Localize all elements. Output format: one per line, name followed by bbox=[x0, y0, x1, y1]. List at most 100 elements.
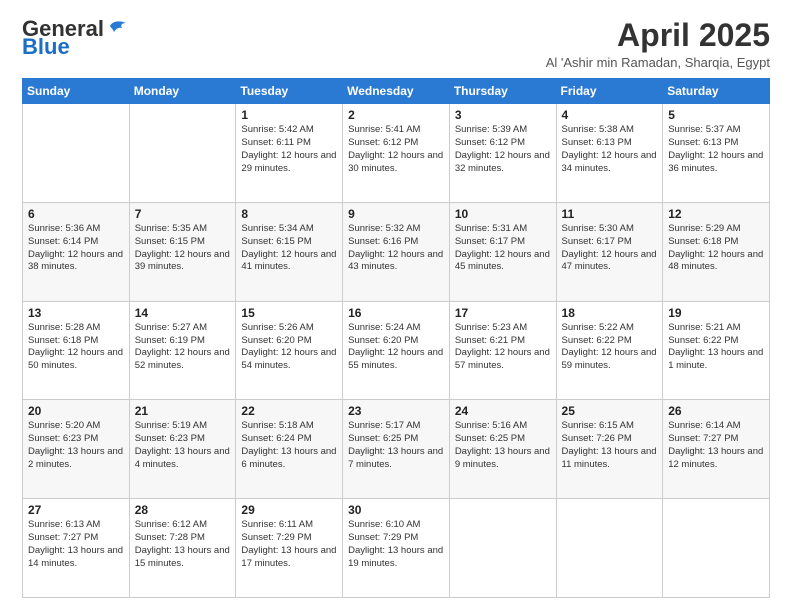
day-number: 3 bbox=[455, 108, 551, 122]
cell-info: Sunrise: 5:37 AM Sunset: 6:13 PM Dayligh… bbox=[668, 124, 764, 175]
cell-info: Sunrise: 6:14 AM Sunset: 7:27 PM Dayligh… bbox=[668, 420, 764, 471]
weekday-header: Wednesday bbox=[343, 79, 450, 104]
cell-info: Sunrise: 5:39 AM Sunset: 6:12 PM Dayligh… bbox=[455, 124, 551, 175]
cell-info: Sunrise: 6:13 AM Sunset: 7:27 PM Dayligh… bbox=[28, 519, 124, 570]
calendar-cell bbox=[129, 104, 236, 203]
calendar-cell: 11 Sunrise: 5:30 AM Sunset: 6:17 PM Dayli… bbox=[556, 202, 663, 301]
cell-info: Sunrise: 5:26 AM Sunset: 6:20 PM Dayligh… bbox=[241, 322, 337, 373]
day-number: 30 bbox=[348, 503, 444, 517]
cell-info: Sunrise: 6:15 AM Sunset: 7:26 PM Dayligh… bbox=[562, 420, 658, 471]
cell-info: Sunrise: 5:18 AM Sunset: 6:24 PM Dayligh… bbox=[241, 420, 337, 471]
cell-info: Sunrise: 5:30 AM Sunset: 6:17 PM Dayligh… bbox=[562, 223, 658, 274]
cell-info: Sunrise: 5:35 AM Sunset: 6:15 PM Dayligh… bbox=[135, 223, 231, 274]
calendar-cell: 3 Sunrise: 5:39 AM Sunset: 6:12 PM Daylig… bbox=[449, 104, 556, 203]
calendar-cell: 8Sunrise: 5:34 AM Sunset: 6:15 PM Daylig… bbox=[236, 202, 343, 301]
calendar-cell: 24Sunrise: 5:16 AM Sunset: 6:25 PM Dayli… bbox=[449, 400, 556, 499]
calendar-cell: 25 Sunrise: 6:15 AM Sunset: 7:26 PM Dayli… bbox=[556, 400, 663, 499]
cell-info: Sunrise: 5:42 AM Sunset: 6:11 PM Dayligh… bbox=[241, 124, 337, 175]
calendar-header-row: SundayMondayTuesdayWednesdayThursdayFrid… bbox=[23, 79, 770, 104]
day-number: 22 bbox=[241, 404, 337, 418]
weekday-header: Thursday bbox=[449, 79, 556, 104]
weekday-header: Friday bbox=[556, 79, 663, 104]
page: General Blue April 2025 Al 'Ashir min Ra… bbox=[0, 0, 792, 612]
day-number: 6 bbox=[28, 207, 124, 221]
day-number: 21 bbox=[135, 404, 231, 418]
calendar-cell: 12 Sunrise: 5:29 AM Sunset: 6:18 PM Dayli… bbox=[663, 202, 770, 301]
calendar-cell: 16Sunrise: 5:24 AM Sunset: 6:20 PM Dayli… bbox=[343, 301, 450, 400]
day-number: 12 bbox=[668, 207, 764, 221]
cell-info: Sunrise: 5:23 AM Sunset: 6:21 PM Dayligh… bbox=[455, 322, 551, 373]
cell-info: Sunrise: 5:20 AM Sunset: 6:23 PM Dayligh… bbox=[28, 420, 124, 471]
day-number: 28 bbox=[135, 503, 231, 517]
calendar-cell: 9 Sunrise: 5:32 AM Sunset: 6:16 PM Daylig… bbox=[343, 202, 450, 301]
cell-info: Sunrise: 5:17 AM Sunset: 6:25 PM Dayligh… bbox=[348, 420, 444, 471]
day-number: 19 bbox=[668, 306, 764, 320]
weekday-header: Tuesday bbox=[236, 79, 343, 104]
calendar-cell: 23 Sunrise: 5:17 AM Sunset: 6:25 PM Dayli… bbox=[343, 400, 450, 499]
calendar-cell: 28 Sunrise: 6:12 AM Sunset: 7:28 PM Dayli… bbox=[129, 499, 236, 598]
cell-info: Sunrise: 5:34 AM Sunset: 6:15 PM Dayligh… bbox=[241, 223, 337, 274]
day-number: 20 bbox=[28, 404, 124, 418]
cell-info: Sunrise: 5:22 AM Sunset: 6:22 PM Dayligh… bbox=[562, 322, 658, 373]
day-number: 14 bbox=[135, 306, 231, 320]
calendar-cell: 4 Sunrise: 5:38 AM Sunset: 6:13 PM Daylig… bbox=[556, 104, 663, 203]
day-number: 29 bbox=[241, 503, 337, 517]
calendar-cell: 14 Sunrise: 5:27 AM Sunset: 6:19 PM Dayli… bbox=[129, 301, 236, 400]
day-number: 17 bbox=[455, 306, 551, 320]
day-number: 18 bbox=[562, 306, 658, 320]
title-location: Al 'Ashir min Ramadan, Sharqia, Egypt bbox=[546, 55, 770, 70]
calendar-cell: 29 Sunrise: 6:11 AM Sunset: 7:29 PM Dayli… bbox=[236, 499, 343, 598]
calendar-cell: 17 Sunrise: 5:23 AM Sunset: 6:21 PM Dayli… bbox=[449, 301, 556, 400]
cell-info: Sunrise: 5:28 AM Sunset: 6:18 PM Dayligh… bbox=[28, 322, 124, 373]
calendar-cell: 30 Sunrise: 6:10 AM Sunset: 7:29 PM Dayli… bbox=[343, 499, 450, 598]
calendar-week-row: 6 Sunrise: 5:36 AM Sunset: 6:14 PM Daylig… bbox=[23, 202, 770, 301]
calendar-cell: 7Sunrise: 5:35 AM Sunset: 6:15 PM Daylig… bbox=[129, 202, 236, 301]
cell-info: Sunrise: 5:29 AM Sunset: 6:18 PM Dayligh… bbox=[668, 223, 764, 274]
calendar-week-row: 27Sunrise: 6:13 AM Sunset: 7:27 PM Dayli… bbox=[23, 499, 770, 598]
cell-info: Sunrise: 6:10 AM Sunset: 7:29 PM Dayligh… bbox=[348, 519, 444, 570]
cell-info: Sunrise: 5:16 AM Sunset: 6:25 PM Dayligh… bbox=[455, 420, 551, 471]
day-number: 10 bbox=[455, 207, 551, 221]
cell-info: Sunrise: 5:41 AM Sunset: 6:12 PM Dayligh… bbox=[348, 124, 444, 175]
calendar-cell bbox=[449, 499, 556, 598]
calendar-cell: 13 Sunrise: 5:28 AM Sunset: 6:18 PM Dayli… bbox=[23, 301, 130, 400]
day-number: 25 bbox=[562, 404, 658, 418]
day-number: 23 bbox=[348, 404, 444, 418]
cell-info: Sunrise: 5:36 AM Sunset: 6:14 PM Dayligh… bbox=[28, 223, 124, 274]
day-number: 5 bbox=[668, 108, 764, 122]
day-number: 9 bbox=[348, 207, 444, 221]
calendar-week-row: 20 Sunrise: 5:20 AM Sunset: 6:23 PM Dayli… bbox=[23, 400, 770, 499]
logo-blue: Blue bbox=[22, 36, 70, 58]
header: General Blue April 2025 Al 'Ashir min Ra… bbox=[22, 18, 770, 70]
cell-info: Sunrise: 5:27 AM Sunset: 6:19 PM Dayligh… bbox=[135, 322, 231, 373]
logo-bird-icon bbox=[106, 18, 128, 38]
cell-info: Sunrise: 5:38 AM Sunset: 6:13 PM Dayligh… bbox=[562, 124, 658, 175]
title-month: April 2025 bbox=[546, 18, 770, 53]
day-number: 1 bbox=[241, 108, 337, 122]
day-number: 13 bbox=[28, 306, 124, 320]
cell-info: Sunrise: 5:31 AM Sunset: 6:17 PM Dayligh… bbox=[455, 223, 551, 274]
calendar-cell bbox=[663, 499, 770, 598]
day-number: 2 bbox=[348, 108, 444, 122]
day-number: 26 bbox=[668, 404, 764, 418]
calendar-cell: 20 Sunrise: 5:20 AM Sunset: 6:23 PM Dayli… bbox=[23, 400, 130, 499]
day-number: 11 bbox=[562, 207, 658, 221]
logo: General Blue bbox=[22, 18, 128, 58]
calendar-cell: 21 Sunrise: 5:19 AM Sunset: 6:23 PM Dayli… bbox=[129, 400, 236, 499]
cell-info: Sunrise: 6:11 AM Sunset: 7:29 PM Dayligh… bbox=[241, 519, 337, 570]
calendar-cell: 5 Sunrise: 5:37 AM Sunset: 6:13 PM Daylig… bbox=[663, 104, 770, 203]
calendar-table: SundayMondayTuesdayWednesdayThursdayFrid… bbox=[22, 78, 770, 598]
calendar-cell: 6 Sunrise: 5:36 AM Sunset: 6:14 PM Daylig… bbox=[23, 202, 130, 301]
cell-info: Sunrise: 5:19 AM Sunset: 6:23 PM Dayligh… bbox=[135, 420, 231, 471]
title-block: April 2025 Al 'Ashir min Ramadan, Sharqi… bbox=[546, 18, 770, 70]
calendar-cell bbox=[23, 104, 130, 203]
calendar-week-row: 13 Sunrise: 5:28 AM Sunset: 6:18 PM Dayli… bbox=[23, 301, 770, 400]
weekday-header: Saturday bbox=[663, 79, 770, 104]
weekday-header: Sunday bbox=[23, 79, 130, 104]
day-number: 4 bbox=[562, 108, 658, 122]
cell-info: Sunrise: 5:32 AM Sunset: 6:16 PM Dayligh… bbox=[348, 223, 444, 274]
cell-info: Sunrise: 5:21 AM Sunset: 6:22 PM Dayligh… bbox=[668, 322, 764, 373]
cell-info: Sunrise: 5:24 AM Sunset: 6:20 PM Dayligh… bbox=[348, 322, 444, 373]
cell-info: Sunrise: 6:12 AM Sunset: 7:28 PM Dayligh… bbox=[135, 519, 231, 570]
calendar-week-row: 1 Sunrise: 5:42 AM Sunset: 6:11 PM Daylig… bbox=[23, 104, 770, 203]
